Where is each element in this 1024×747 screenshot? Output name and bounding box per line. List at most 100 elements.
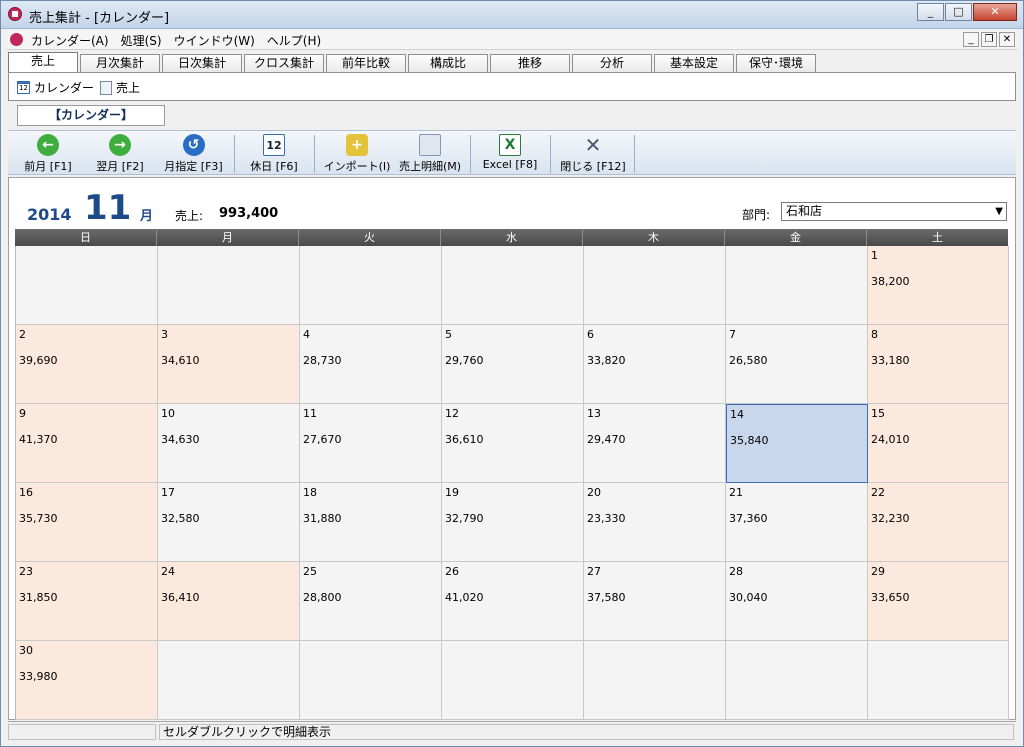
arrow-left-icon: ← <box>37 134 59 156</box>
day-cell[interactable] <box>442 641 584 720</box>
day-cell[interactable]: 20 23,330 <box>584 483 726 562</box>
day-cell[interactable] <box>16 246 158 325</box>
app-icon[interactable] <box>8 7 22 21</box>
day-sales: 33,650 <box>871 591 910 604</box>
day-cell[interactable] <box>158 246 300 325</box>
day-sales: 29,470 <box>587 433 626 446</box>
day-cell[interactable] <box>726 641 868 720</box>
day-cell[interactable] <box>300 641 442 720</box>
day-cell[interactable]: 12 36,610 <box>442 404 584 483</box>
close-form-button[interactable]: ✕ 閉じる [F12] <box>558 133 628 174</box>
day-cell[interactable] <box>158 641 300 720</box>
weekday-fri: 金 <box>725 229 867 246</box>
day-sales: 41,020 <box>445 591 484 604</box>
tab-year-compare[interactable]: 前年比較 <box>326 54 406 73</box>
day-cell[interactable]: 13 29,470 <box>584 404 726 483</box>
excel-icon: X <box>499 134 521 156</box>
month-select-button[interactable]: ↺ 月指定 [F3] <box>161 134 226 174</box>
day-cell[interactable]: 9 41,370 <box>16 404 158 483</box>
sales-detail-button[interactable]: 売上明細(M) <box>394 134 466 174</box>
day-cell[interactable]: 23 31,850 <box>16 562 158 641</box>
day-cell[interactable] <box>726 246 868 325</box>
day-cell[interactable]: 3 34,610 <box>158 325 300 404</box>
day-number: 15 <box>871 407 885 420</box>
day-cell[interactable]: 5 29,760 <box>442 325 584 404</box>
month-number: 11 <box>84 188 132 228</box>
day-cell[interactable] <box>584 246 726 325</box>
day-cell[interactable]: 27 37,580 <box>584 562 726 641</box>
next-month-button[interactable]: → 翌月 [F2] <box>90 134 150 174</box>
excel-button[interactable]: X Excel [F8] <box>480 134 540 174</box>
maximize-button[interactable]: □ <box>945 3 972 21</box>
database-add-icon: + <box>346 134 368 156</box>
tab-sales[interactable]: 売上 <box>8 52 78 73</box>
day-cell[interactable]: 16 35,730 <box>16 483 158 562</box>
day-cell[interactable] <box>442 246 584 325</box>
mdi-close-button[interactable]: ✕ <box>999 32 1015 47</box>
day-cell[interactable]: 21 37,360 <box>726 483 868 562</box>
day-cell[interactable]: 29 33,650 <box>868 562 1009 641</box>
arrow-right-icon: → <box>109 134 131 156</box>
day-cell[interactable]: 25 28,800 <box>300 562 442 641</box>
subtab-sales[interactable]: 売上 <box>100 79 140 96</box>
day-cell[interactable]: 7 26,580 <box>726 325 868 404</box>
tab-analysis[interactable]: 分析 <box>572 54 652 73</box>
day-cell[interactable]: 6 33,820 <box>584 325 726 404</box>
holiday-button[interactable]: 12 休日 [F6] <box>244 134 304 174</box>
mdi-child-icon[interactable] <box>10 33 23 46</box>
menu-process[interactable]: 処理(S) <box>121 32 162 49</box>
prev-month-button[interactable]: ← 前月 [F1] <box>18 134 78 174</box>
day-cell[interactable]: 4 28,730 <box>300 325 442 404</box>
tab-monthly[interactable]: 月次集計 <box>80 54 160 73</box>
title-bar: 売上集計 - [カレンダー] _ □ ✕ <box>1 1 1023 29</box>
menu-window[interactable]: ウインドウ(W) <box>174 32 255 49</box>
calendar-icon: 12 <box>263 134 285 156</box>
day-number: 18 <box>303 486 317 499</box>
close-button[interactable]: ✕ <box>973 3 1017 21</box>
day-number: 28 <box>729 565 743 578</box>
day-cell[interactable]: 22 32,230 <box>868 483 1009 562</box>
day-cell[interactable]: 11 27,670 <box>300 404 442 483</box>
day-cell[interactable]: 10 34,630 <box>158 404 300 483</box>
day-cell[interactable]: 19 32,790 <box>442 483 584 562</box>
import-button[interactable]: + インポート(I) <box>322 134 392 174</box>
day-cell[interactable]: 8 33,180 <box>868 325 1009 404</box>
day-sales: 30,040 <box>729 591 768 604</box>
day-cell[interactable] <box>300 246 442 325</box>
tab-maintenance[interactable]: 保守･環境 <box>736 54 816 73</box>
day-cell[interactable] <box>868 641 1009 720</box>
day-cell[interactable]: 14 35,840 <box>726 404 868 483</box>
day-cell[interactable]: 18 31,880 <box>300 483 442 562</box>
tab-composition[interactable]: 構成比 <box>408 54 488 73</box>
dept-select[interactable]: 石和店 ▼ <box>781 202 1007 221</box>
day-number: 3 <box>161 328 168 341</box>
day-cell[interactable]: 1 38,200 <box>868 246 1009 325</box>
tab-settings[interactable]: 基本設定 <box>654 54 734 73</box>
tab-daily[interactable]: 日次集計 <box>162 54 242 73</box>
day-cell[interactable]: 15 24,010 <box>868 404 1009 483</box>
menu-help[interactable]: ヘルプ(H) <box>267 32 321 49</box>
month-unit: 月 <box>140 209 154 224</box>
day-sales: 33,820 <box>587 354 626 367</box>
mdi-restore-button[interactable]: ❐ <box>981 32 997 47</box>
day-number: 10 <box>161 407 175 420</box>
day-sales: 33,180 <box>871 354 910 367</box>
mdi-minimize-button[interactable]: _ <box>963 32 979 47</box>
day-number: 22 <box>871 486 885 499</box>
day-cell[interactable] <box>584 641 726 720</box>
day-number: 1 <box>871 249 878 262</box>
day-cell[interactable]: 30 33,980 <box>16 641 158 720</box>
minimize-button[interactable]: _ <box>917 3 944 21</box>
day-cell[interactable]: 28 30,040 <box>726 562 868 641</box>
day-cell[interactable]: 17 32,580 <box>158 483 300 562</box>
day-cell[interactable]: 26 41,020 <box>442 562 584 641</box>
tab-cross[interactable]: クロス集計 <box>244 54 324 73</box>
subtab-calendar[interactable]: 12 カレンダー <box>17 79 94 96</box>
document-icon <box>419 134 441 156</box>
menu-calendar[interactable]: カレンダー(A) <box>31 32 109 49</box>
tab-trend[interactable]: 推移 <box>490 54 570 73</box>
day-cell[interactable]: 2 39,690 <box>16 325 158 404</box>
day-cell[interactable]: 24 36,410 <box>158 562 300 641</box>
day-number: 2 <box>19 328 26 341</box>
calendar-grid: 日 月 火 水 木 金 土 1 38,200 2 39,690 3 34,610 4 28,7… <box>15 229 1009 720</box>
